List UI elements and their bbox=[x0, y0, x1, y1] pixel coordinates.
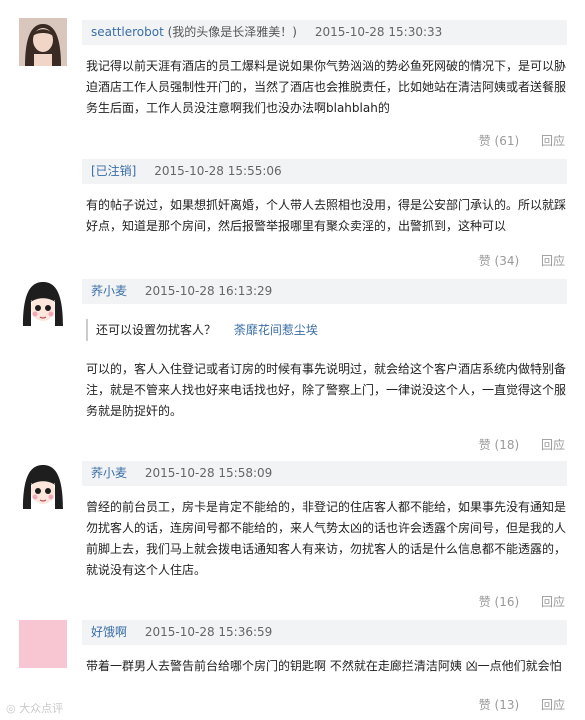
quoted-reply: 还可以设置勿扰客人？ 荼靡花间惹尘埃 bbox=[86, 319, 318, 341]
username-link[interactable]: seattlerobot bbox=[91, 25, 164, 39]
reply-button[interactable]: 回应 bbox=[541, 698, 565, 712]
comment-actions: 赞 (13) 回应 bbox=[479, 696, 565, 713]
comment-body: 有的帖子说过，如果想抓奸离婚，个人带人去照相也没用，得是公安部门承认的。所以就踩… bbox=[86, 198, 567, 233]
comment-actions: 赞 (61) 回应 bbox=[479, 132, 565, 149]
username-link[interactable]: 荞小麦 bbox=[91, 284, 127, 298]
comment-meta: 荞小麦 2015-10-28 16:13:29 bbox=[91, 279, 272, 304]
comment-body: 我记得以前天涯有酒店的员工爆料是说如果你气势汹汹的势必鱼死网破的情况下，是可以胁… bbox=[86, 59, 567, 115]
comment-actions: 赞 (16) 回应 bbox=[479, 593, 565, 610]
timestamp: 2015-10-28 15:30:33 bbox=[314, 25, 443, 39]
comment-actions: 赞 (34) 回应 bbox=[479, 252, 565, 269]
reply-button[interactable]: 回应 bbox=[541, 595, 565, 609]
user-note: (我的头像是长泽雅美！) bbox=[167, 25, 297, 39]
comment-meta: 好饿啊 2015-10-28 15:36:59 bbox=[91, 620, 272, 645]
username-link[interactable]: [已注销] bbox=[91, 164, 136, 178]
comment-body: 曾经的前台员工，房卡是肯定不能给的，非登记的住店客人都不能给，如果事先没有通知是… bbox=[86, 500, 567, 577]
timestamp: 2015-10-28 15:58:09 bbox=[144, 466, 273, 480]
like-button[interactable]: 赞 (61) bbox=[479, 134, 519, 148]
avatar[interactable] bbox=[19, 620, 67, 668]
reply-button[interactable]: 回应 bbox=[541, 254, 565, 268]
quote-text: 还可以设置勿扰客人？ bbox=[96, 323, 217, 337]
reply-button[interactable]: 回应 bbox=[541, 438, 565, 452]
camera-icon: ◎ bbox=[6, 702, 16, 715]
avatar[interactable] bbox=[19, 280, 67, 328]
like-button[interactable]: 赞 (34) bbox=[479, 254, 519, 268]
like-button[interactable]: 赞 (16) bbox=[479, 595, 519, 609]
watermark-text: 大众点评 bbox=[19, 702, 64, 715]
like-button[interactable]: 赞 (13) bbox=[479, 698, 519, 712]
comment-meta: [已注销] 2015-10-28 15:55:06 bbox=[91, 159, 282, 184]
avatar[interactable] bbox=[19, 463, 67, 511]
username-link[interactable]: 好饿啊 bbox=[91, 625, 127, 639]
timestamp: 2015-10-28 16:13:29 bbox=[144, 284, 273, 298]
username-link[interactable]: 荞小麦 bbox=[91, 466, 127, 480]
timestamp: 2015-10-28 15:55:06 bbox=[154, 164, 282, 178]
reply-button[interactable]: 回应 bbox=[541, 134, 565, 148]
comment-meta: seattlerobot (我的头像是长泽雅美！) 2015-10-28 15:… bbox=[91, 20, 442, 45]
like-button[interactable]: 赞 (18) bbox=[479, 438, 519, 452]
avatar[interactable] bbox=[19, 18, 67, 66]
comment-body: 带着一群男人去警告前台给哪个房门的钥匙啊 不然就在走廊拦清洁阿姨 凶一点他们就会… bbox=[86, 659, 562, 673]
comment-actions: 赞 (18) 回应 bbox=[479, 436, 565, 453]
watermark: ◎ 大众点评 bbox=[6, 700, 63, 716]
quote-author-link[interactable]: 荼靡花间惹尘埃 bbox=[234, 323, 318, 337]
comment-body: 可以的，客人入住登记或者订房的时候有事先说明过，就会给这个客户酒店系统内做特别备… bbox=[86, 362, 567, 418]
comment-meta: 荞小麦 2015-10-28 15:58:09 bbox=[91, 461, 272, 486]
timestamp: 2015-10-28 15:36:59 bbox=[144, 625, 273, 639]
